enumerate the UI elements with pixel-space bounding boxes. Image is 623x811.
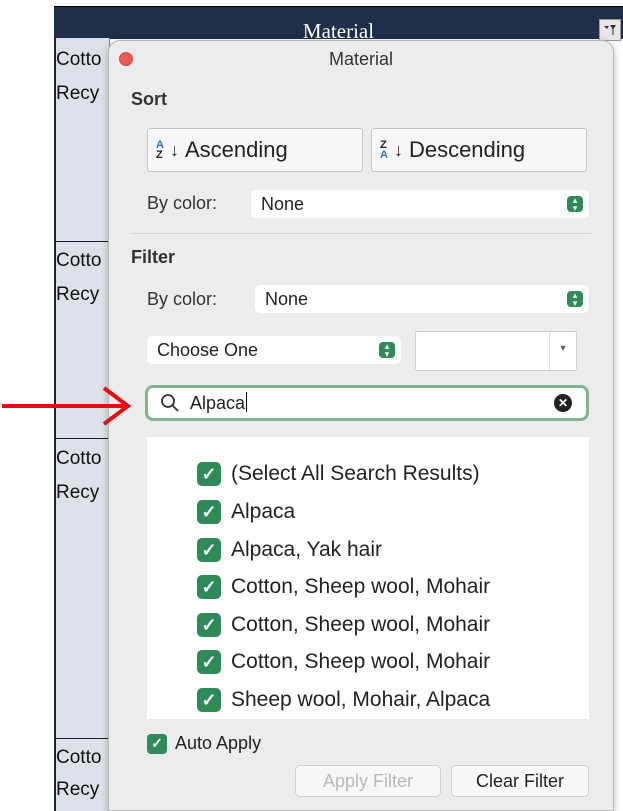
checkbox-checked-icon[interactable]: ✓ [197, 538, 221, 562]
sort-ascending-label: Ascending [184, 137, 288, 162]
filter-popover: Material Sort AZ ↓ Ascending ZA ↓ Descen… [108, 40, 614, 811]
search-results-list: ✓ (Select All Search Results) ✓ Alpaca ✓ Al… [147, 437, 589, 719]
list-item[interactable]: ✓ Alpaca [197, 497, 295, 527]
chevron-down-icon[interactable]: ▾ [549, 332, 576, 370]
clear-search-icon[interactable]: ✕ [554, 394, 572, 412]
list-item-label: Alpaca, Yak hair [231, 538, 382, 561]
filter-section-label: Filter [131, 247, 176, 267]
stepper-icon: ▴ ▾ [567, 196, 583, 213]
sort-by-color-select[interactable]: None ▴ ▾ [251, 190, 589, 218]
table-cell[interactable]: Recy [56, 279, 110, 311]
table-cell[interactable]: Cotto [56, 245, 110, 277]
clear-filter-button[interactable]: Clear Filter [451, 765, 589, 797]
list-item[interactable]: ✓ Cotton, Sheep wool, Mohair [197, 610, 490, 640]
table-cell[interactable]: Recy [56, 477, 110, 509]
arrow-down-icon: ↓ [393, 139, 403, 160]
checkbox-checked-icon[interactable]: ✓ [197, 462, 221, 486]
list-item[interactable]: ✓ Sheep wool, Mohair, Alpaca [197, 685, 490, 715]
list-item[interactable]: ✓ (Select All Search Results) [197, 459, 480, 489]
checkbox-checked-icon[interactable]: ✓ [197, 613, 221, 637]
filter-by-color-value: None [265, 288, 309, 309]
sort-descending-button[interactable]: ZA ↓ Descending [371, 128, 587, 172]
list-item-label: Sheep wool, Mohair, Alpaca [231, 688, 491, 711]
filter-by-color-label: By color: [147, 289, 218, 309]
filter-condition-select[interactable]: Choose One ▴ ▾ [147, 336, 401, 364]
sort-by-color-value: None [261, 193, 305, 214]
list-item-label: (Select All Search Results) [231, 462, 480, 485]
sort-by-color-label: By color: [147, 193, 218, 213]
row-divider [54, 438, 110, 439]
sort-za-icon: ZA [380, 139, 388, 161]
section-divider [131, 233, 591, 234]
table-cell[interactable]: Cotto [56, 742, 110, 774]
list-item-label: Cotton, Sheep wool, Mohair [231, 650, 491, 673]
filter-dropdown-icon[interactable] [599, 19, 621, 41]
text-caret [246, 392, 248, 412]
row-divider [54, 241, 110, 242]
sort-section-label: Sort [131, 89, 167, 109]
column-header-title: Material [302, 19, 375, 43]
apply-filter-button[interactable]: Apply Filter [295, 765, 441, 797]
arrow-down-icon: ↓ [169, 139, 179, 160]
checkbox-checked-icon[interactable]: ✓ [197, 688, 221, 712]
sort-descending-label: Descending [408, 137, 526, 162]
filter-value-combobox[interactable]: ▾ [415, 331, 577, 371]
search-input-value[interactable]: Alpaca [190, 392, 248, 414]
table-cell[interactable]: Cotto [56, 44, 110, 76]
sort-ascending-button[interactable]: AZ ↓ Ascending [147, 128, 363, 172]
table-cell[interactable]: Cotto [56, 443, 110, 475]
list-item[interactable]: ✓ Cotton, Sheep wool, Mohair [197, 647, 490, 677]
search-field[interactable]: Alpaca ✕ [145, 385, 589, 421]
table-cell[interactable]: Recy [56, 774, 110, 806]
list-item-label: Cotton, Sheep wool, Mohair [231, 575, 491, 598]
column-header[interactable]: Material [54, 6, 623, 43]
list-item-label: Cotton, Sheep wool, Mohair [231, 613, 491, 636]
auto-apply-label: Auto Apply [175, 733, 262, 753]
annotation-arrow-icon [2, 386, 132, 426]
filter-condition-value: Choose One [157, 339, 259, 360]
list-item[interactable]: ✓ Alpaca, Yak hair [197, 535, 382, 565]
table-cell[interactable]: Recy [56, 78, 110, 110]
list-item-label: Alpaca [231, 500, 296, 523]
filter-by-color-select[interactable]: None ▴ ▾ [255, 285, 589, 313]
checkbox-checked-icon[interactable]: ✓ [197, 650, 221, 674]
search-icon [161, 394, 179, 412]
sort-az-icon: AZ [156, 139, 164, 161]
popover-title: Material [328, 49, 394, 69]
checkbox-checked-icon[interactable]: ✓ [147, 733, 167, 754]
checkbox-checked-icon[interactable]: ✓ [197, 500, 221, 524]
checkbox-checked-icon[interactable]: ✓ [197, 575, 221, 599]
stepper-icon: ▴ ▾ [379, 342, 395, 359]
auto-apply-checkbox[interactable]: ✓ Auto Apply [147, 733, 261, 754]
stepper-icon: ▴ ▾ [567, 291, 583, 308]
list-item[interactable]: ✓ Cotton, Sheep wool, Mohair [197, 572, 490, 602]
search-input-text: Alpaca [190, 393, 246, 413]
row-divider [54, 738, 110, 739]
